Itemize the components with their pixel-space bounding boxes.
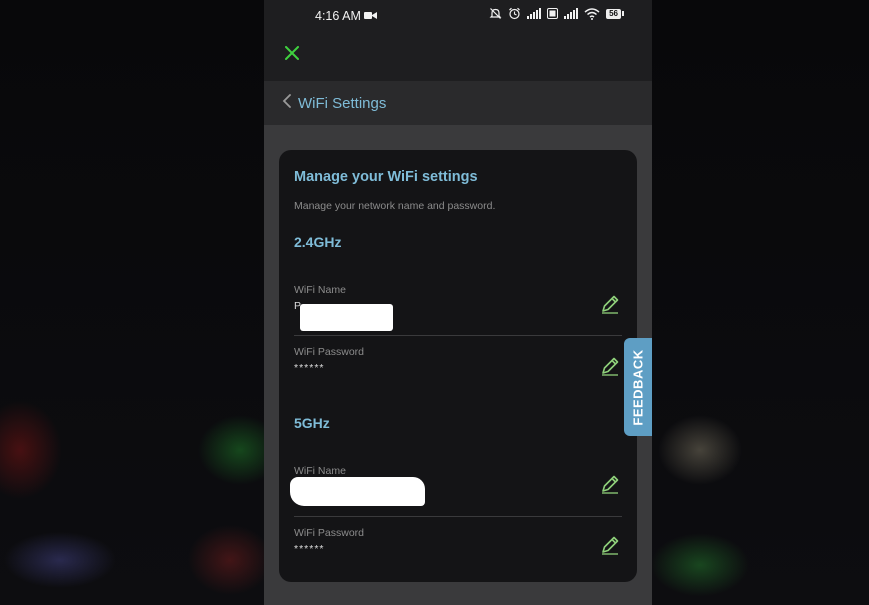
volte-icon [547,8,559,19]
band-title-5ghz: 5GHz [294,415,330,431]
wifi-password-field-2-4ghz: WiFi Password ****** [294,346,622,398]
alarm-icon [508,7,521,20]
video-camera-icon [363,9,377,23]
battery-icon: 56 [606,8,624,19]
card-title: Manage your WiFi settings [294,169,478,185]
signal-icon [527,8,542,19]
edit-wifi-password-button-2-4ghz[interactable] [598,354,622,378]
battery-level: 56 [606,8,621,19]
mute-bell-icon [489,7,502,20]
edit-wifi-name-button-5ghz[interactable] [598,472,622,496]
pencil-icon [598,475,622,500]
wifi-name-label: WiFi Name [294,284,346,296]
status-icons: 56 [489,7,624,20]
status-bar: 4:16 AM 56 [264,0,652,32]
redaction-mark [300,304,393,331]
pencil-icon [598,536,622,561]
redaction-mark [290,477,425,506]
card-subtitle: Manage your network name and password. [294,200,496,212]
wifi-name-label: WiFi Name [294,465,346,477]
wifi-settings-card: Manage your WiFi settings Manage your ne… [279,150,637,582]
pencil-icon [598,295,622,320]
nav-bar: WiFi Settings [264,81,652,125]
status-time-group: 4:16 AM [315,9,377,23]
wifi-password-value: ****** [294,543,325,555]
status-time: 4:16 AM [315,9,361,23]
wifi-password-value: ****** [294,362,325,374]
edit-wifi-password-button-5ghz[interactable] [598,533,622,557]
close-button[interactable] [281,44,303,66]
phone-screen: 4:16 AM 56 WiFi Settings Manage your WiF… [264,0,652,605]
feedback-label: FEEDBACK [630,348,646,426]
page-title: WiFi Settings [298,94,387,112]
wifi-icon [584,7,600,20]
chevron-left-icon [282,93,292,113]
edit-wifi-name-button-2-4ghz[interactable] [598,292,622,316]
pencil-icon [598,357,622,382]
wifi-password-label: WiFi Password [294,527,365,539]
close-icon [285,45,299,65]
back-button[interactable]: WiFi Settings [282,93,387,113]
wifi-password-label: WiFi Password [294,346,365,358]
feedback-tab[interactable]: FEEDBACK [624,338,652,436]
signal-icon [564,8,579,19]
band-title-2-4ghz: 2.4GHz [294,234,342,250]
top-bar [264,32,652,81]
wifi-password-field-5ghz: WiFi Password ****** [294,527,622,579]
divider [294,335,622,336]
wifi-name-field-2-4ghz: WiFi Name P [294,284,622,336]
divider [294,516,622,517]
wifi-name-field-5ghz: WiFi Name [290,465,622,517]
